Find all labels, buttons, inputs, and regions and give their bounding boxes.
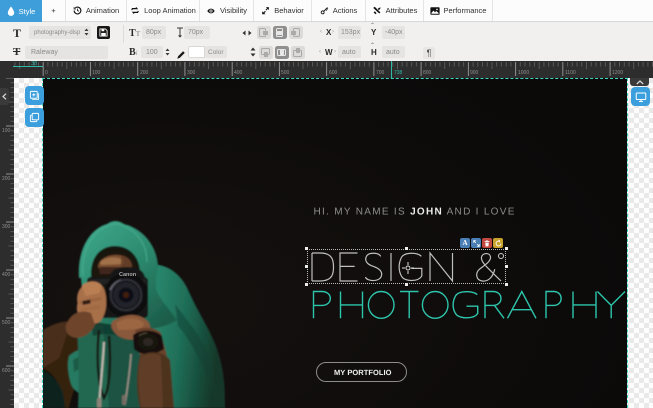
svg-text:MY PORTFOLIO: MY PORTFOLIO (334, 368, 392, 377)
svg-text:HI. MY NAME IS JOHN AND I LOVE: HI. MY NAME IS JOHN AND I LOVE (314, 207, 516, 218)
